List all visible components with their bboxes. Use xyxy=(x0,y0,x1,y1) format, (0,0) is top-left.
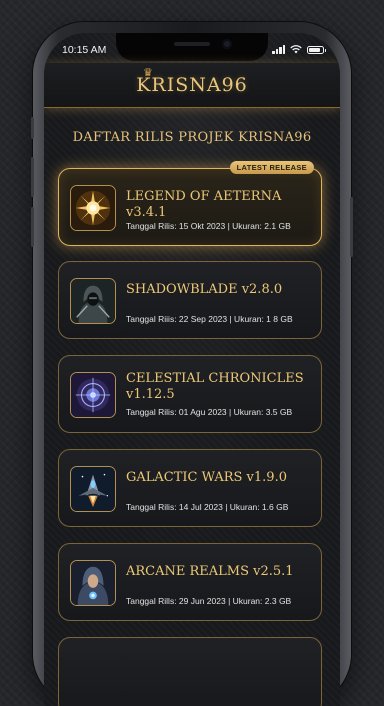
hooded-assassin-icon xyxy=(70,278,116,324)
release-meta: Tanggal Rilis: 01 Agu 2023 | Ukuran: 3.5… xyxy=(126,407,293,417)
volume-up-button xyxy=(31,157,34,197)
release-card[interactable]: LATEST RELEASE LEGEND OF AETERNA v3.4.1 … xyxy=(58,161,322,246)
status-icons xyxy=(272,45,326,54)
app-header: ♛ KRISNA96 xyxy=(44,63,340,108)
release-card[interactable]: CELESTIAL CHRONICLES v1.12.5 Tanggal Ril… xyxy=(58,355,322,433)
release-title: GALACTIC WARS v1.9.0 xyxy=(126,470,287,485)
volume-down-button xyxy=(31,207,34,247)
release-title: SHADOWBLADE v2.8.0 xyxy=(126,282,283,297)
wifi-icon xyxy=(290,45,302,54)
golden-sun-emblem-icon xyxy=(70,185,116,231)
battery-icon xyxy=(307,45,326,54)
release-title: LEGEND OF AETERNA v3.4.1 xyxy=(126,189,282,220)
release-meta: Tanggal Riiis: 22 Sep 2023 | Ukuran: 1 8… xyxy=(126,314,293,324)
release-card[interactable]: ARCANE REALMS v2.5.1 Tanggal Rills: 29 J… xyxy=(58,543,322,621)
power-button xyxy=(350,197,353,257)
brand-logo: KRISNA96 xyxy=(136,74,248,96)
phone-screen: 10:15 AM ♛ KRISNA96 DAFTAR RILIS PROJEK … xyxy=(44,33,340,706)
status-bar: 10:15 AM xyxy=(62,43,326,59)
release-card[interactable] xyxy=(58,637,322,706)
hooded-mage-icon xyxy=(70,560,116,606)
release-card[interactable]: GALACTIC WARS v1.9.0 Tanggal Rilis: 14 J… xyxy=(58,449,322,527)
release-meta: Tanggal Rilis: 14 Jul 2023 | Ukuran: 1.6… xyxy=(126,502,289,512)
mute-switch xyxy=(31,117,34,139)
release-title: CELESTIAL CHRONICLES v1.12.5 xyxy=(126,371,304,402)
latest-release-badge: LATEST RELEASE xyxy=(229,161,314,174)
celestial-orb-icon xyxy=(70,372,116,418)
spaceship-icon xyxy=(70,466,116,512)
cellular-signal-icon xyxy=(272,45,285,54)
status-time: 10:15 AM xyxy=(62,44,107,56)
phone-frame: 10:15 AM ♛ KRISNA96 DAFTAR RILIS PROJEK … xyxy=(31,22,353,706)
release-card[interactable]: SHADOWBLADE v2.8.0 Tanggal Riiis: 22 Sep… xyxy=(58,261,322,339)
release-title: ARCANE REALMS v2.5.1 xyxy=(126,564,294,579)
release-meta: Tanggal Rills: 29 Jun 2023 | Ukuran: 2.3… xyxy=(126,596,292,606)
release-meta: Tanggal Rilis: 15 Okt 2023 | Ukuran: 2.1… xyxy=(126,221,291,231)
page-title: DAFTAR RILIS PROJEK KRISNA96 xyxy=(72,130,312,145)
